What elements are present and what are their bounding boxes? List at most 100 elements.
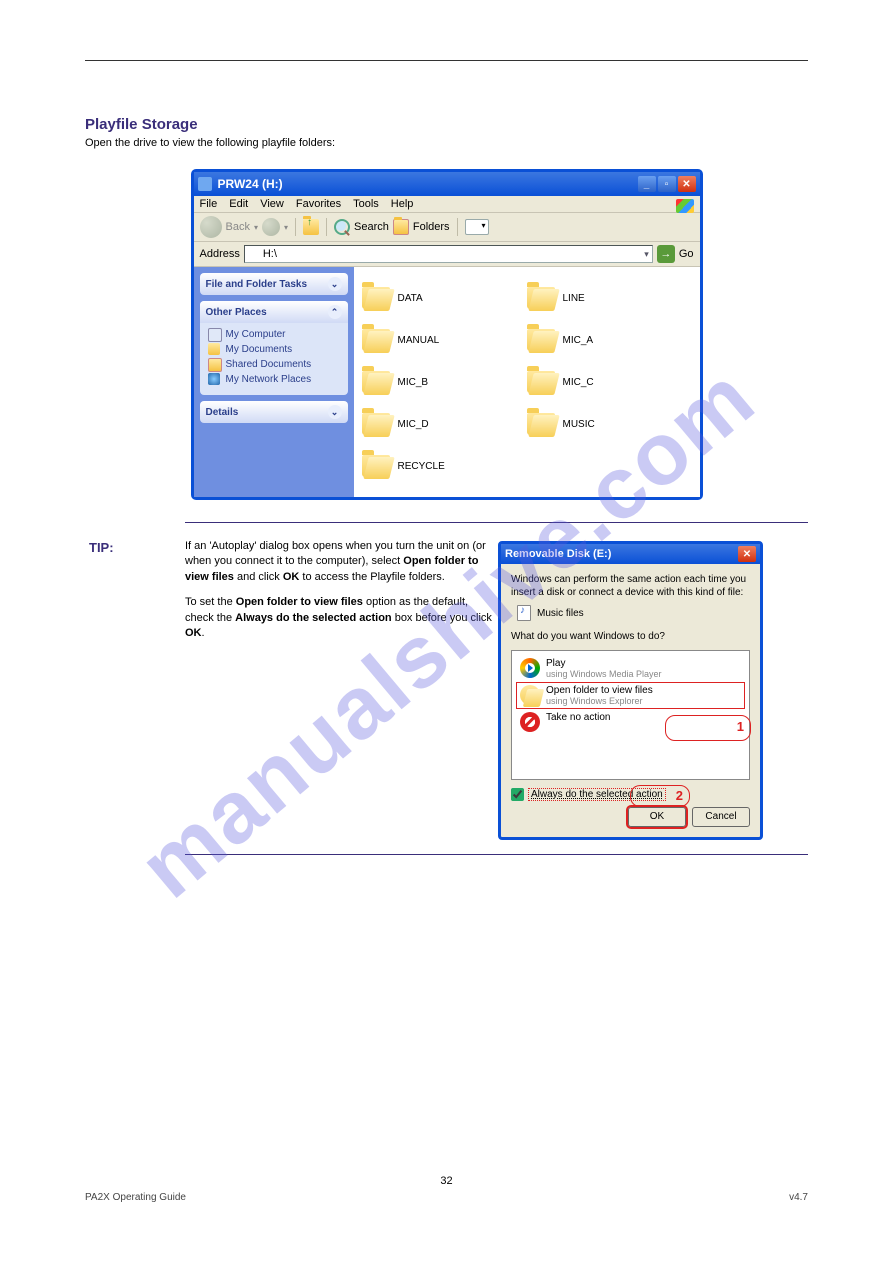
titlebar[interactable]: PRW24 (H:) _ ▫ ✕	[194, 172, 700, 196]
toolbar: Back ▾ ▾ ↑ Search Folders	[194, 213, 700, 242]
folder-label: DATA	[398, 293, 423, 304]
callout-step2: 2	[630, 785, 690, 807]
menu-bar: File Edit View Favorites Tools Help	[194, 196, 700, 213]
tasks-title: File and Folder Tasks	[206, 279, 308, 290]
menu-help[interactable]: Help	[391, 198, 414, 210]
ok-button[interactable]: OK	[628, 807, 686, 827]
folder-label: MIC_B	[398, 377, 429, 388]
action-open-folder[interactable]: Open folder to view filesusing Windows E…	[516, 682, 745, 709]
folder-line[interactable]: LINE	[527, 277, 692, 319]
folder-music[interactable]: MUSIC	[527, 403, 692, 445]
folder-micc[interactable]: MIC_C	[527, 361, 692, 403]
search-label[interactable]: Search	[354, 221, 389, 233]
folder-manual[interactable]: MANUAL	[362, 319, 527, 361]
action-play[interactable]: Playusing Windows Media Player	[516, 655, 745, 682]
folders-icon[interactable]	[393, 219, 409, 235]
dialog-titlebar[interactable]: Removable Disk (E:) ✕	[501, 544, 760, 564]
expand-icon[interactable]: ⌃	[328, 305, 342, 319]
details-panel: Details ⌄	[200, 401, 348, 423]
views-button[interactable]	[465, 219, 489, 235]
back-button[interactable]	[200, 216, 222, 238]
fwd-drop-icon[interactable]: ▾	[284, 223, 288, 232]
link-network-places[interactable]: My Network Places	[208, 372, 340, 387]
action-title: Take no action	[546, 712, 611, 723]
window-title: PRW24 (H:)	[218, 177, 283, 191]
page-number: 32	[0, 1175, 893, 1187]
folder-mica[interactable]: MIC_A	[527, 319, 692, 361]
dialog-intro: Windows can perform the same action each…	[511, 574, 750, 599]
bottom-rule	[185, 854, 808, 855]
address-bar: Address H:\ ▾ → Go	[194, 242, 700, 267]
folder-data[interactable]: DATA	[362, 277, 527, 319]
separator	[295, 218, 296, 236]
minimize-button[interactable]: _	[638, 176, 656, 192]
folders-label[interactable]: Folders	[413, 221, 450, 233]
expand-icon[interactable]: ⌄	[328, 405, 342, 419]
menu-edit[interactable]: Edit	[229, 198, 248, 210]
folder-recycle[interactable]: RECYCLE	[362, 445, 527, 487]
up-icon[interactable]: ↑	[303, 219, 319, 235]
collapse-icon[interactable]: ⌄	[328, 277, 342, 291]
footer-left: PA2X Operating Guide	[85, 1192, 186, 1203]
other-title: Other Places	[206, 307, 267, 318]
dialog-prompt: What do you want Windows to do?	[511, 631, 750, 644]
folder-icon	[362, 455, 390, 477]
folder-icon	[527, 413, 555, 435]
explorer-window: PRW24 (H:) _ ▫ ✕ File Edit View Favorite…	[191, 169, 703, 500]
windows-flag-icon	[676, 199, 694, 213]
details-title: Details	[206, 407, 239, 418]
action-title: Open folder to view files	[546, 685, 653, 696]
action-title: Play	[546, 658, 662, 669]
separator	[326, 218, 327, 236]
folder-label: MANUAL	[398, 335, 440, 346]
folder-pane[interactable]: DATA LINE MANUAL MIC_A MIC_B MIC_C MIC_D…	[354, 267, 700, 497]
drive-icon	[198, 177, 212, 191]
drive-small-icon	[248, 248, 260, 260]
tip-label: TIP:	[89, 539, 114, 557]
no-action-icon	[520, 712, 540, 732]
address-drop-icon[interactable]: ▾	[644, 249, 649, 260]
link-shared-documents[interactable]: Shared Documents	[208, 357, 340, 372]
back-drop-icon[interactable]: ▾	[254, 223, 258, 232]
open-folder-icon	[520, 685, 540, 705]
link-my-computer[interactable]: My Computer	[208, 327, 340, 342]
forward-button[interactable]	[262, 218, 280, 236]
other-places-panel: Other Places ⌃ My Computer My Documents S…	[200, 301, 348, 395]
folder-label: MUSIC	[563, 419, 595, 430]
separator	[457, 218, 458, 236]
link-my-documents[interactable]: My Documents	[208, 342, 340, 357]
menu-tools[interactable]: Tools	[353, 198, 379, 210]
address-label: Address	[200, 248, 240, 260]
address-field[interactable]: H:\ ▾	[244, 245, 653, 263]
close-button[interactable]: ✕	[678, 176, 696, 192]
folder-label: MIC_A	[563, 335, 594, 346]
section-heading: Playfile Storage	[85, 116, 808, 133]
top-rule	[85, 60, 808, 61]
tip-text-2: To set the Open folder to view files opt…	[185, 596, 492, 639]
folder-label: LINE	[563, 293, 585, 304]
callout-step1: 1	[665, 715, 751, 741]
menu-file[interactable]: File	[200, 198, 218, 210]
maximize-button[interactable]: ▫	[658, 176, 676, 192]
folder-icon	[527, 287, 555, 309]
callout-num: 1	[737, 719, 744, 734]
action-list[interactable]: Playusing Windows Media Player Open fold…	[511, 650, 750, 780]
menu-view[interactable]: View	[260, 198, 284, 210]
folder-micb[interactable]: MIC_B	[362, 361, 527, 403]
go-label: Go	[679, 248, 694, 260]
always-checkbox[interactable]	[511, 788, 524, 801]
go-button[interactable]: →	[657, 245, 675, 263]
folder-icon	[527, 371, 555, 393]
cancel-button[interactable]: Cancel	[692, 807, 750, 827]
folder-micd[interactable]: MIC_D	[362, 403, 527, 445]
action-sub: using Windows Media Player	[546, 669, 662, 679]
dialog-close-button[interactable]: ✕	[738, 546, 756, 562]
search-icon[interactable]	[334, 219, 350, 235]
play-icon	[520, 658, 540, 678]
folder-icon	[527, 329, 555, 351]
music-file-icon	[517, 605, 531, 621]
menu-favorites[interactable]: Favorites	[296, 198, 341, 210]
sidebar: File and Folder Tasks ⌄ Other Places ⌃ My …	[194, 267, 354, 497]
filetype-label: Music files	[537, 608, 584, 619]
folder-icon	[362, 329, 390, 351]
